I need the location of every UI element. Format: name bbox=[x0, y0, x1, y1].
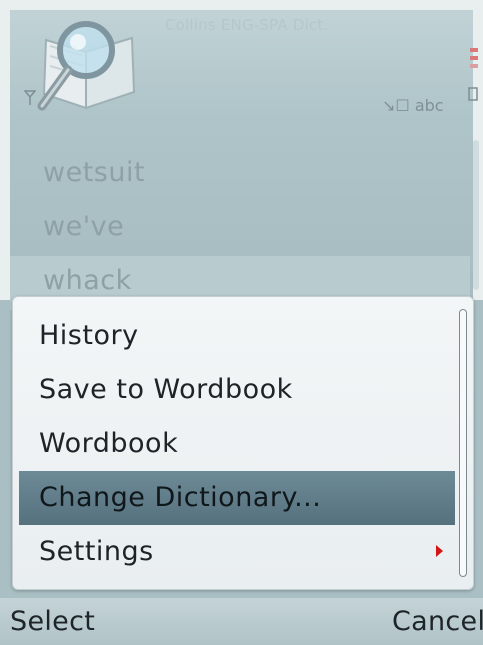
menu-item-save-to-wordbook[interactable]: Save to Wordbook bbox=[19, 363, 455, 417]
word-list: wetsuit we've whack bbox=[10, 148, 470, 310]
app-title: Collins ENG-SPA Dict. bbox=[165, 16, 329, 34]
select-softkey[interactable]: Select bbox=[10, 606, 95, 637]
battery-icon bbox=[468, 48, 478, 101]
menu-item-settings-label: Settings bbox=[39, 536, 154, 567]
input-mode-indicator: ↘☐ abc bbox=[382, 96, 444, 115]
list-item[interactable]: we've bbox=[10, 202, 470, 256]
signal-icon bbox=[24, 90, 36, 105]
top-frame bbox=[0, 0, 483, 10]
menu-item-history[interactable]: History bbox=[19, 309, 455, 363]
softkey-bar: Select Cancel bbox=[0, 598, 483, 645]
dictionary-magnifier-icon bbox=[37, 21, 136, 111]
cancel-softkey[interactable]: Cancel bbox=[392, 606, 483, 637]
menu-scrollbar[interactable] bbox=[459, 309, 467, 577]
menu-item-change-dictionary[interactable]: Change Dictionary... bbox=[19, 471, 455, 525]
menu-item-settings[interactable]: Settings bbox=[19, 525, 455, 579]
options-menu: History Save to Wordbook Wordbook Change… bbox=[12, 296, 474, 590]
left-frame bbox=[0, 0, 10, 300]
menu-item-wordbook[interactable]: Wordbook bbox=[19, 417, 455, 471]
submenu-arrow-icon bbox=[436, 545, 443, 557]
list-item[interactable]: wetsuit bbox=[10, 148, 470, 202]
list-scrollbar[interactable] bbox=[473, 140, 479, 290]
